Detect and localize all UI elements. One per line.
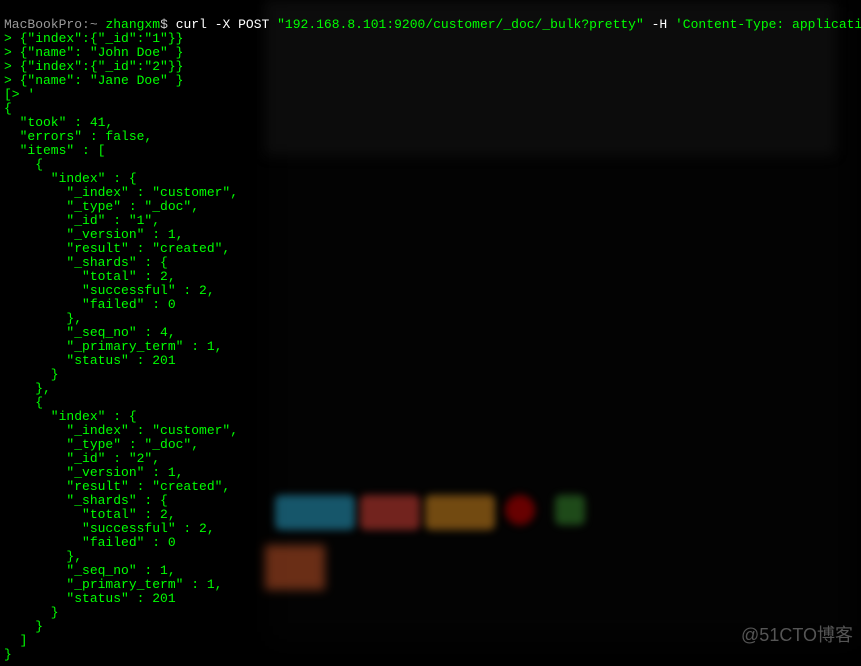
json-response-line: "took" : 41,: [4, 115, 113, 130]
json-response-line: "_seq_no" : 4,: [4, 325, 176, 340]
curl-command-prefix: curl -X POST: [176, 17, 277, 32]
json-response-line: "result" : "created",: [4, 241, 230, 256]
json-response-line: "result" : "created",: [4, 479, 230, 494]
json-response-line: "failed" : 0: [4, 297, 176, 312]
json-response-line: "_primary_term" : 1,: [4, 339, 222, 354]
json-response-line: "successful" : 2,: [4, 283, 215, 298]
json-response-line: "index" : {: [4, 171, 137, 186]
json-response-line: "successful" : 2,: [4, 521, 215, 536]
json-response-line: "_primary_term" : 1,: [4, 577, 222, 592]
input-line: > {"name": "Jane Doe" }: [4, 73, 183, 88]
json-response-line: "index" : {: [4, 409, 137, 424]
json-response-line: {: [4, 101, 12, 116]
json-response-line: "_version" : 1,: [4, 465, 183, 480]
terminal-path: ~: [90, 17, 98, 32]
json-response-line: },: [4, 549, 82, 564]
json-response-line: "_id" : "2",: [4, 451, 160, 466]
terminal-user: zhangxm: [105, 17, 160, 32]
curl-header: 'Content-Type: application/json': [675, 17, 861, 32]
json-response-line: {: [4, 395, 43, 410]
json-response-line: "status" : 201: [4, 353, 176, 368]
json-response-line: "failed" : 0: [4, 535, 176, 550]
json-response-line: "_id" : "1",: [4, 213, 160, 228]
json-response-line: "total" : 2,: [4, 507, 176, 522]
input-line: > {"index":{"_id":"2"}}: [4, 59, 183, 74]
terminal-host: MacBookPro: [4, 17, 82, 32]
json-response-line: "items" : [: [4, 143, 105, 158]
watermark-text: @51CTO博客: [741, 628, 853, 642]
json-response-line: "_type" : "_doc",: [4, 437, 199, 452]
json-response-line: "_shards" : {: [4, 493, 168, 508]
input-line: > {"index":{"_id":"1"}}: [4, 31, 183, 46]
input-line: [> ': [4, 87, 35, 102]
json-response-line: {: [4, 157, 43, 172]
json-response-line: },: [4, 381, 51, 396]
json-response-line: "_index" : "customer",: [4, 185, 238, 200]
json-response-line: },: [4, 311, 82, 326]
terminal-output: MacBookPro:~ zhangxm$ curl -X POST "192.…: [0, 0, 861, 666]
json-response-line: "_seq_no" : 1,: [4, 563, 176, 578]
json-response-line: "errors" : false,: [4, 129, 152, 144]
json-response-line: "status" : 201: [4, 591, 176, 606]
json-response-line: "_version" : 1,: [4, 227, 183, 242]
json-response-line: }: [4, 647, 12, 662]
curl-flag-h: -H: [644, 17, 675, 32]
json-response-line: "_type" : "_doc",: [4, 199, 199, 214]
json-response-line: }: [4, 619, 43, 634]
input-line: > {"name": "John Doe" }: [4, 45, 183, 60]
json-response-line: "total" : 2,: [4, 269, 176, 284]
json-response-line: "_shards" : {: [4, 255, 168, 270]
json-response-line: }: [4, 367, 59, 382]
terminal-dollar: $: [160, 17, 168, 32]
json-response-line: "_index" : "customer",: [4, 423, 238, 438]
json-response-line: }: [4, 605, 59, 620]
curl-url: "192.168.8.101:9200/customer/_doc/_bulk?…: [277, 17, 644, 32]
